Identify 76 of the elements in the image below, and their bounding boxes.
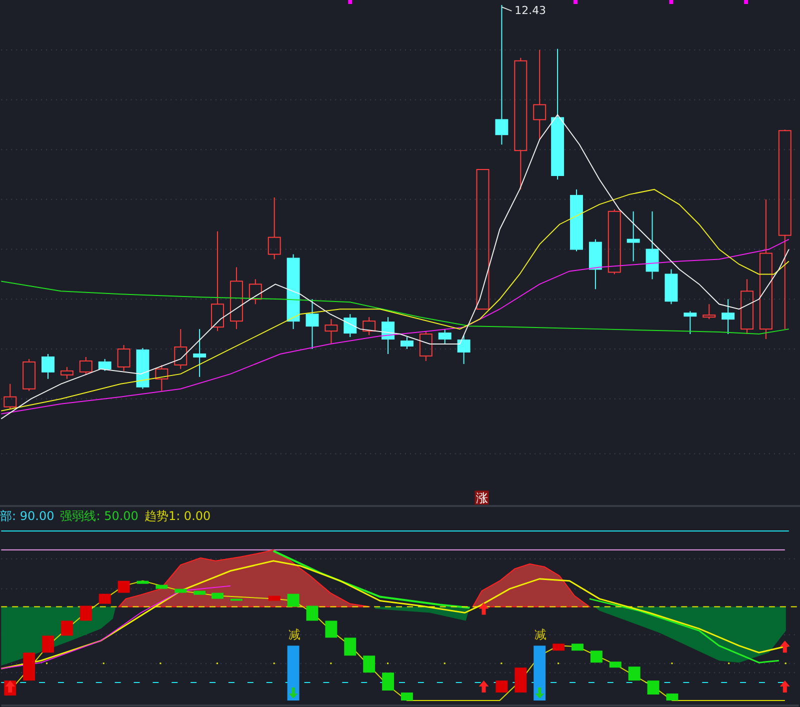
high-price-label: 12.43 bbox=[514, 4, 546, 17]
indicator-bar bbox=[156, 584, 168, 588]
up-arrow-icon bbox=[478, 680, 489, 692]
candlestick bbox=[193, 328, 206, 378]
candlestick bbox=[608, 208, 621, 275]
candlestick bbox=[344, 314, 357, 338]
candlestick bbox=[136, 348, 150, 390]
candlestick bbox=[230, 266, 243, 330]
signal-label: 减 bbox=[534, 627, 547, 642]
indicator-bar bbox=[344, 637, 356, 656]
candlestick bbox=[324, 318, 338, 345]
indicator-bar bbox=[23, 652, 36, 680]
indicator-bar bbox=[496, 680, 508, 692]
indicator-bar bbox=[118, 580, 130, 592]
down-arrow-icon bbox=[535, 687, 544, 698]
candlestick bbox=[382, 316, 395, 354]
indicator-bar bbox=[42, 635, 54, 652]
candlestick bbox=[438, 328, 452, 345]
down-arrow-icon bbox=[288, 687, 298, 698]
indicator-bar bbox=[80, 605, 92, 620]
up-arrow-icon bbox=[780, 640, 790, 652]
signal-tag: 涨 bbox=[474, 490, 489, 505]
indicator-bar bbox=[230, 598, 242, 600]
candlestick bbox=[684, 310, 697, 335]
indicator-bar bbox=[647, 680, 660, 694]
candlestick bbox=[79, 356, 92, 376]
candlestick bbox=[22, 358, 36, 392]
candlestick bbox=[4, 383, 17, 410]
indicator-bar bbox=[514, 667, 527, 692]
candlestick bbox=[98, 358, 112, 372]
candlestick bbox=[702, 304, 716, 320]
candlestick bbox=[306, 298, 319, 350]
indicator-bar bbox=[136, 580, 149, 584]
candlestick bbox=[400, 336, 414, 350]
candlestick bbox=[722, 298, 735, 335]
candlestick bbox=[664, 268, 678, 305]
candlestick bbox=[626, 210, 640, 262]
indicator-bar bbox=[306, 605, 318, 620]
candlestick bbox=[740, 278, 754, 335]
up-arrow-icon bbox=[780, 680, 790, 692]
indicator-bar bbox=[325, 620, 338, 638]
indicator-bar bbox=[268, 595, 280, 600]
candlestick bbox=[155, 364, 168, 392]
candlestick bbox=[60, 366, 74, 380]
indicator-legend-value: 部: 90.00 bbox=[0, 508, 54, 526]
candlestick bbox=[570, 188, 583, 252]
candlestick bbox=[174, 328, 188, 370]
signal-label: 减 bbox=[288, 627, 300, 642]
signal-bar bbox=[534, 645, 546, 700]
indicator-bar bbox=[572, 643, 584, 650]
indicator-bar bbox=[666, 693, 678, 700]
indicator-legend-value: 强弱线: 50.00 bbox=[60, 508, 138, 526]
indicator-bar bbox=[552, 643, 565, 650]
candlestick bbox=[248, 278, 262, 305]
indicator-bar bbox=[590, 650, 602, 662]
indicator-bar bbox=[98, 593, 111, 604]
indicator-legend-value: 趋势1: 0.00 bbox=[144, 508, 211, 526]
indicator-bar bbox=[382, 672, 394, 690]
indicator-bar bbox=[174, 588, 187, 592]
candlestick bbox=[419, 330, 432, 362]
signal-bar bbox=[287, 645, 300, 700]
indicator-bar bbox=[194, 590, 206, 594]
up-arrow-icon bbox=[478, 602, 489, 614]
candlestick bbox=[117, 344, 130, 372]
indicator-bar bbox=[401, 692, 413, 700]
candlestick bbox=[268, 196, 281, 260]
candlestick bbox=[42, 354, 54, 380]
candlestick bbox=[362, 316, 376, 336]
leader-line bbox=[501, 6, 512, 12]
candlestick bbox=[646, 210, 659, 280]
indicator-bar bbox=[628, 666, 640, 680]
candlestick bbox=[457, 334, 470, 364]
candlestick bbox=[588, 238, 602, 290]
indicator-bar bbox=[363, 655, 376, 672]
up-arrow-icon bbox=[5, 680, 16, 692]
indicator-bar bbox=[609, 661, 622, 668]
